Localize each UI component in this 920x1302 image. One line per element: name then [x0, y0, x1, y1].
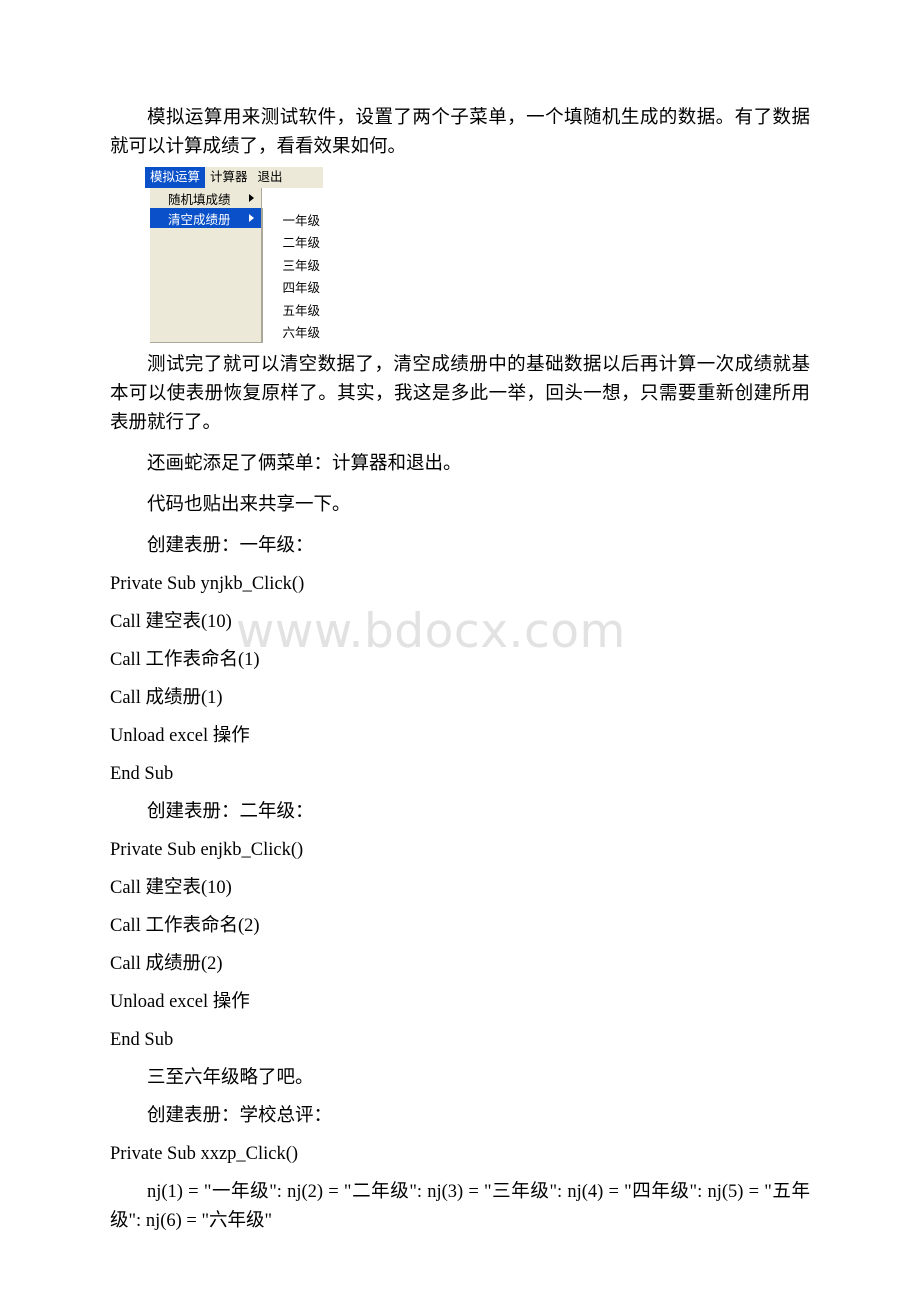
submenu-arrow-icon: [249, 214, 254, 222]
code-line-array: nj(1) = "一年级": nj(2) = "二年级": nj(3) = "三…: [110, 1182, 810, 1231]
code-line: Call 建空表(10): [110, 612, 232, 632]
code-line: Call 成绩册(2): [110, 954, 223, 974]
menu-item-random-fill[interactable]: 随机填成绩: [150, 188, 261, 208]
code-line: Call 成绩册(1): [110, 688, 223, 708]
code-line: End Sub: [110, 1030, 174, 1050]
menu-bar: 模拟运算 计算器 退出: [145, 167, 323, 188]
code-line: Unload excel 操作: [110, 726, 250, 746]
submenu-item-grade3[interactable]: 三年级: [263, 253, 323, 276]
submenu-item-grade5[interactable]: 五年级: [263, 298, 323, 321]
menubar-item-calculator[interactable]: 计算器: [205, 167, 253, 188]
submenu-item-grade6[interactable]: 六年级: [263, 321, 323, 344]
code-heading-grade1: 创建表册：一年级：: [147, 536, 314, 556]
code-line: Private Sub enjkb_Click(): [110, 840, 304, 860]
submenu-arrow-icon: [249, 194, 254, 202]
submenu-item-grade4[interactable]: 四年级: [263, 276, 323, 299]
code-line: End Sub: [110, 764, 174, 784]
submenu-item-grade1[interactable]: 一年级: [263, 208, 323, 231]
menu-item-clear-gradebook[interactable]: 清空成绩册: [150, 208, 261, 228]
menubar-item-exit[interactable]: 退出: [253, 167, 288, 188]
paragraph-intro: 模拟运算用来测试软件，设置了两个子菜单，一个填随机生成的数据。有了数据就可以计算…: [110, 108, 810, 157]
code-line: Call 建空表(10): [110, 878, 232, 898]
paragraph-extra-menus: 还画蛇添足了俩菜单：计算器和退出。: [147, 454, 462, 474]
submenu-panel: 一年级 二年级 三年级 四年级 五年级 六年级: [262, 208, 323, 343]
code-heading-school-summary: 创建表册：学校总评：: [147, 1106, 333, 1126]
note-grades-omitted: 三至六年级略了吧。: [147, 1068, 314, 1088]
menu-screenshot: 模拟运算 计算器 退出 随机填成绩 清空成绩册 一年级 二年级 三年级 四年级 …: [145, 167, 323, 343]
code-line: Call 工作表命名(2): [110, 916, 260, 936]
code-line: Private Sub ynjkb_Click(): [110, 574, 305, 594]
code-line: Call 工作表命名(1): [110, 650, 260, 670]
submenu-item-grade2[interactable]: 二年级: [263, 231, 323, 254]
paragraph-code-share: 代码也贴出来共享一下。: [147, 495, 351, 515]
menu-item-label: 清空成绩册: [168, 211, 231, 227]
paragraph-cleanup: 测试完了就可以清空数据了，清空成绩册中的基础数据以后再计算一次成绩就基本可以使表…: [110, 355, 810, 433]
document-page: www.bdocx.com 模拟运算用来测试软件，设置了两个子菜单，一个填随机生…: [0, 0, 920, 1302]
menu-item-label: 随机填成绩: [168, 191, 231, 207]
dropdown-panel: 随机填成绩 清空成绩册: [150, 188, 262, 343]
code-line: Private Sub xxzp_Click(): [110, 1144, 299, 1164]
code-heading-grade2: 创建表册：二年级：: [147, 802, 314, 822]
code-line: Unload excel 操作: [110, 992, 250, 1012]
menubar-item-simulation[interactable]: 模拟运算: [145, 167, 206, 188]
